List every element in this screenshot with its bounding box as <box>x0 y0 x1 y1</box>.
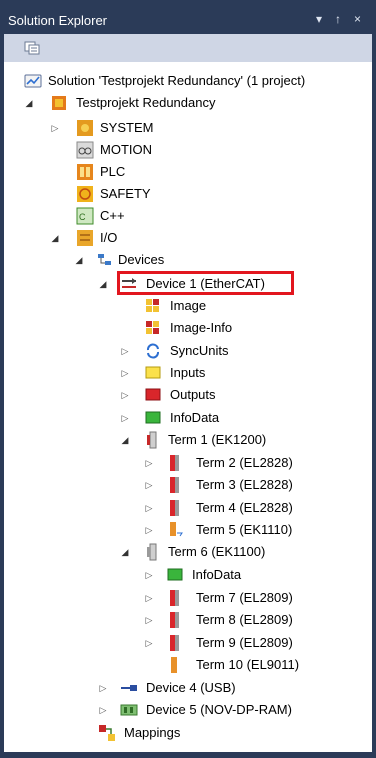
toolbar <box>4 34 372 62</box>
svg-text:C: C <box>79 212 86 222</box>
tree-item-label: Image <box>170 298 207 313</box>
properties-icon[interactable] <box>24 41 40 55</box>
output-terminal-icon <box>170 455 179 471</box>
solution-tree: Solution 'Testprojekt Redundancy' (1 pro… <box>4 62 372 752</box>
tree-item-label: Term 2 (EL2828) <box>196 455 293 470</box>
tree-item-label: Inputs <box>170 365 206 380</box>
tree-item-label: SyncUnits <box>170 343 229 358</box>
dropdown-icon[interactable]: ▾ <box>316 12 322 26</box>
expanded-arrow-icon[interactable]: ◢ <box>120 542 130 562</box>
project-icon <box>52 96 66 110</box>
output-terminal-icon <box>170 477 179 493</box>
motion-icon <box>76 141 94 159</box>
tree-item-label: SAFETY <box>100 186 151 201</box>
cpp-icon: C <box>76 207 94 225</box>
devices-icon <box>98 254 111 265</box>
expanded-arrow-icon[interactable]: ◢ <box>120 430 130 450</box>
io-icon <box>77 230 93 246</box>
expanded-arrow-icon[interactable]: ◢ <box>74 250 84 270</box>
tree-item-label: Mappings <box>124 725 181 740</box>
tree-item-label: Image-Info <box>170 320 233 335</box>
collapsed-arrow-icon[interactable]: ▷ <box>120 341 130 361</box>
collapsed-arrow-icon[interactable]: ▷ <box>144 633 154 653</box>
collapsed-arrow-icon[interactable]: ▷ <box>144 498 154 518</box>
collapsed-arrow-icon[interactable]: ▷ <box>144 565 154 585</box>
tree-item-label: Devices <box>118 252 165 267</box>
tree-item-label: Solution 'Testprojekt Redundancy' (1 pro… <box>48 73 306 88</box>
collapsed-arrow-icon[interactable]: ▷ <box>144 588 154 608</box>
mappings-icon <box>99 725 115 741</box>
usb-device-icon <box>121 685 137 691</box>
expanded-arrow-icon[interactable]: ◢ <box>50 228 60 248</box>
collapsed-arrow-icon[interactable]: ▷ <box>144 520 154 540</box>
collapsed-arrow-icon[interactable]: ▷ <box>98 678 108 698</box>
solution-icon <box>24 74 42 88</box>
sync-icon <box>147 343 159 359</box>
image-info-icon <box>146 321 159 334</box>
tree-item-label: Outputs <box>170 387 216 402</box>
tree-item-label: PLC <box>100 164 126 179</box>
output-terminal-icon <box>170 635 179 651</box>
end-terminal-icon <box>170 522 183 537</box>
ram-device-icon <box>120 704 138 716</box>
collapsed-arrow-icon[interactable]: ▷ <box>144 475 154 495</box>
tree-item-label: Term 7 (EL2809) <box>196 590 293 605</box>
tree-item-label: MOTION <box>100 142 152 157</box>
tree-item-label: Device 4 (USB) <box>146 680 236 695</box>
end-terminal-icon <box>171 657 177 673</box>
tree-item-label: I/O <box>100 230 118 245</box>
title-bar: Solution Explorer ▾ ↑ × <box>4 10 372 32</box>
output-terminal-icon <box>170 500 179 516</box>
collapsed-arrow-icon[interactable]: ▷ <box>120 363 130 383</box>
collapsed-arrow-icon[interactable]: ▷ <box>120 385 130 405</box>
pin-icon[interactable]: ↑ <box>335 12 341 26</box>
image-icon <box>146 299 159 312</box>
tree-item-label: Term 4 (EL2828) <box>196 500 293 515</box>
system-icon <box>77 120 93 136</box>
safety-icon <box>77 186 93 202</box>
infodata-icon <box>145 411 161 424</box>
infodata-icon <box>167 568 183 581</box>
tree-item-label: Testprojekt Redundancy <box>76 95 216 110</box>
window-title: Solution Explorer <box>8 13 107 28</box>
expanded-arrow-icon[interactable]: ◢ <box>24 93 34 113</box>
collapsed-arrow-icon[interactable]: ▷ <box>144 610 154 630</box>
tree-item-label: C++ <box>100 208 125 223</box>
plc-icon <box>77 164 93 180</box>
tree-item-label: Term 6 (EK1100) <box>168 544 266 559</box>
output-terminal-icon <box>170 590 179 606</box>
collapsed-arrow-icon[interactable]: ▷ <box>144 453 154 473</box>
collapsed-arrow-icon[interactable]: ▷ <box>98 700 108 720</box>
tree-item-label: Device 5 (NOV-DP-RAM) <box>146 702 292 717</box>
tree-item-label: Term 3 (EL2828) <box>196 477 293 492</box>
highlight-box <box>117 271 294 295</box>
tree-item-label: SYSTEM <box>100 120 154 135</box>
tree-item-label: Term 1 (EK1200) <box>168 432 267 447</box>
collapsed-arrow-icon[interactable]: ▷ <box>120 408 130 428</box>
tree-item-label: InfoData <box>170 410 220 425</box>
solution-explorer-window: Solution Explorer ▾ ↑ × Solution 'Testpr… <box>0 0 376 758</box>
output-terminal-icon <box>170 612 179 628</box>
tree-item-label: InfoData <box>192 567 242 582</box>
tree-item-label: Term 5 (EK1110) <box>196 522 293 537</box>
coupler-terminal-icon <box>147 543 157 561</box>
close-icon[interactable]: × <box>354 12 361 26</box>
outputs-icon <box>145 388 161 401</box>
tree-item-label: Term 8 (EL2809) <box>196 612 293 627</box>
coupler-terminal-icon <box>147 431 157 449</box>
collapsed-arrow-icon[interactable]: ▷ <box>50 118 60 138</box>
tree-item-label: Term 9 (EL2809) <box>196 635 293 650</box>
inputs-icon <box>145 366 161 379</box>
tree-item-label: Term 10 (EL9011) <box>196 657 300 672</box>
expanded-arrow-icon[interactable]: ◢ <box>98 274 108 294</box>
